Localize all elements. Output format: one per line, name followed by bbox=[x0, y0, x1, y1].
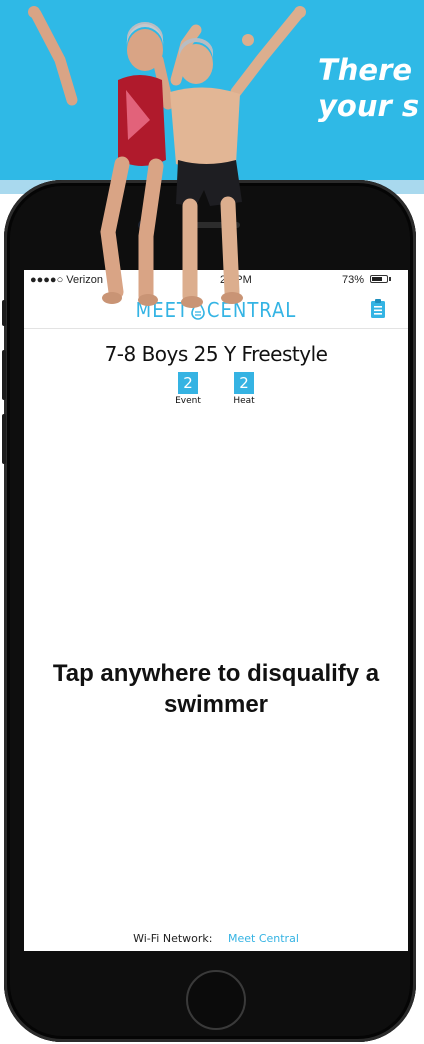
app-screen: ●●●●○ Verizon 21 PM 73% MEET CENTRAL 7-8… bbox=[24, 270, 408, 951]
phone-volume-up bbox=[2, 350, 6, 400]
event-number-label: Event bbox=[175, 396, 201, 406]
swimmers-illustration bbox=[28, 6, 306, 308]
girl-swimmer bbox=[28, 6, 174, 306]
event-title: 7-8 Boys 25 Y Freestyle bbox=[104, 342, 328, 366]
event-number-badge: 2 bbox=[178, 372, 198, 394]
heat-number-label: Heat bbox=[233, 396, 255, 406]
boy-swimmer bbox=[170, 6, 306, 308]
phone-volume-down bbox=[2, 414, 6, 464]
wifi-network-label: Wi-Fi Network: bbox=[133, 932, 213, 945]
disqualify-instruction: Tap anywhere to disqualify a swimmer bbox=[52, 660, 380, 718]
home-button-icon[interactable] bbox=[186, 970, 246, 1030]
wifi-network-value: Meet Central bbox=[227, 932, 299, 945]
wifi-network-footer: Wi-Fi Network: Meet Central bbox=[24, 932, 408, 945]
heat-number-badge: 2 bbox=[234, 372, 254, 394]
